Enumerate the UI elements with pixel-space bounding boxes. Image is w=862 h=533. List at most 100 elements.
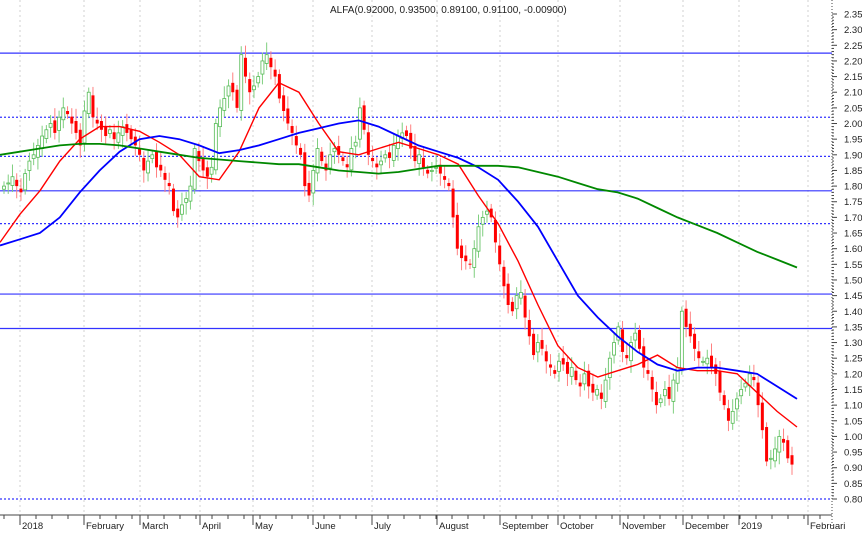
x-tick-label: April	[202, 521, 221, 532]
candle-body	[493, 219, 497, 243]
candle-body	[129, 129, 133, 140]
candle-body	[273, 69, 277, 77]
candle-body	[345, 164, 349, 168]
candle-body	[612, 342, 616, 356]
candle-body	[383, 154, 388, 159]
candle-body	[777, 436, 782, 453]
candle-body	[167, 182, 171, 187]
y-tick-label: 1.05	[844, 416, 862, 427]
candle-body	[2, 185, 6, 190]
x-tick-label: February	[86, 521, 124, 532]
candle-body	[549, 364, 553, 368]
candle-body	[70, 116, 74, 124]
candle-body	[553, 370, 557, 374]
candle-body	[6, 182, 11, 185]
candle-body	[357, 107, 362, 140]
candle-body	[773, 448, 777, 462]
y-tick-label: 2.30	[844, 25, 862, 36]
candle-body	[718, 371, 722, 393]
y-tick-label: 1.15	[844, 385, 862, 396]
candle-body	[40, 135, 45, 149]
candle-body	[637, 330, 641, 349]
candle-body	[730, 410, 735, 424]
candle-body	[485, 210, 489, 215]
y-tick-label: 1.75	[844, 197, 862, 208]
candle-body	[646, 370, 650, 374]
candle-body	[447, 182, 451, 187]
candle-body	[760, 402, 764, 431]
candle-body	[15, 179, 19, 187]
candle-body	[472, 248, 477, 268]
candle-body	[434, 166, 439, 169]
y-tick-label: 1.50	[844, 275, 862, 286]
candle-body	[315, 148, 320, 174]
y-tick-label: 0.80	[844, 495, 862, 506]
candle-body	[10, 176, 15, 186]
candle-body	[582, 373, 587, 385]
candle-body	[95, 119, 99, 124]
candle-body	[341, 157, 345, 162]
candle-body	[535, 342, 540, 353]
candle-body	[532, 333, 536, 356]
candle-body	[353, 141, 358, 147]
candle-body	[574, 370, 578, 381]
candle-body	[66, 111, 70, 115]
candle-body	[375, 163, 379, 168]
candle-body	[35, 145, 40, 158]
x-tick-label: July	[374, 521, 391, 532]
candle-body	[142, 157, 146, 171]
candle-body	[332, 148, 337, 153]
candle-body	[282, 95, 286, 111]
y-tick-label: 1.65	[844, 229, 862, 240]
candle-body	[569, 367, 574, 377]
candle-body	[61, 107, 66, 121]
candle-body	[226, 85, 231, 97]
candle-body	[735, 398, 739, 410]
candle-body	[235, 89, 239, 108]
candle-body	[27, 160, 32, 171]
y-tick-label: 1.20	[844, 369, 862, 380]
candle-body	[91, 95, 95, 118]
x-tick-label: 2019	[741, 521, 762, 532]
candle-body	[213, 123, 218, 171]
level-lines	[0, 52, 832, 500]
y-tick-label: 1.60	[844, 244, 862, 255]
candle-body	[710, 355, 714, 368]
candle-body	[480, 216, 485, 225]
x-tick-label: Februari	[810, 521, 845, 532]
x-tick-label: March	[142, 521, 168, 532]
candle-body	[248, 79, 252, 93]
candle-body	[243, 57, 247, 77]
x-tick-label: September	[502, 521, 548, 532]
x-axis: 2018 February March April May June July August S…	[0, 514, 845, 532]
candle-body	[726, 408, 730, 421]
candle-body	[684, 308, 688, 327]
candle-body	[82, 110, 87, 144]
candle-body	[184, 198, 189, 203]
candle-body	[429, 170, 434, 172]
y-tick-label: 2.10	[844, 88, 862, 99]
candle-body	[391, 145, 396, 161]
candle-body	[688, 323, 692, 337]
y-tick-label: 2.35	[844, 10, 862, 21]
x-tick-label: October	[560, 521, 594, 532]
candle-body	[112, 132, 116, 140]
y-tick-label: 1.10	[844, 401, 862, 412]
x-tick-label: 2018	[22, 521, 43, 532]
candle-body	[518, 292, 523, 299]
candle-body	[294, 136, 298, 146]
candle-body	[171, 188, 175, 212]
y-tick-label: 1.00	[844, 432, 862, 443]
candle-body	[256, 76, 261, 84]
candle-body	[705, 357, 710, 365]
candle-body	[565, 361, 569, 374]
candle-body	[557, 360, 561, 372]
y-tick-label: 0.85	[844, 479, 862, 490]
candle-body	[176, 208, 180, 218]
candle-body	[180, 204, 184, 215]
y-tick-label: 1.30	[844, 338, 862, 349]
candle-body	[693, 333, 697, 349]
candle-body	[607, 357, 612, 378]
candle-body	[625, 355, 629, 359]
candle-body	[633, 332, 638, 341]
